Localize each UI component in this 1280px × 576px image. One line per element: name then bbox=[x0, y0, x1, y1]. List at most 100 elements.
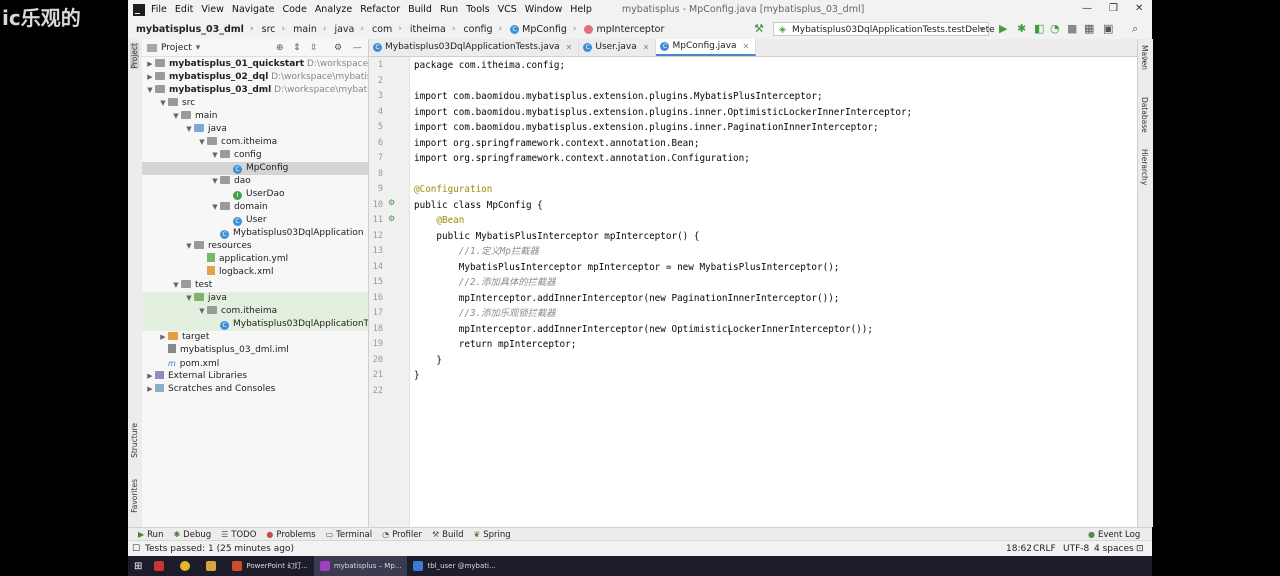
breadcrumb-src[interactable]: src › bbox=[262, 24, 285, 35]
chevron-down-icon[interactable]: ▼ bbox=[145, 84, 155, 97]
breadcrumb-com[interactable]: com › bbox=[372, 24, 402, 35]
debug-icon[interactable]: ✱ bbox=[1017, 22, 1026, 35]
chevron-down-icon[interactable]: ▼ bbox=[184, 123, 194, 136]
breadcrumb-mpconfig[interactable]: C MpConfig › bbox=[510, 24, 576, 35]
chevron-down-icon[interactable]: ▼ bbox=[210, 175, 220, 188]
bean-gutter-icon[interactable]: ⚙ bbox=[388, 214, 395, 223]
build-tool-button[interactable]: ⚒ Build bbox=[432, 530, 464, 540]
menu-run[interactable]: Run bbox=[440, 4, 458, 15]
menu-view[interactable]: View bbox=[201, 4, 224, 15]
hide-icon[interactable]: — bbox=[353, 43, 362, 53]
tree-item[interactable]: C User bbox=[142, 214, 368, 227]
tree-item[interactable]: ▶ Scratches and Consoles bbox=[142, 383, 368, 396]
chevron-right-icon[interactable]: ▶ bbox=[145, 383, 155, 396]
tree-item[interactable]: logback.xml bbox=[142, 266, 368, 279]
tree-item[interactable]: ▼ com.itheima bbox=[142, 136, 368, 149]
tree-item[interactable]: ▼ java bbox=[142, 292, 368, 305]
project-structure-icon[interactable]: ▦ bbox=[1084, 22, 1094, 35]
run-icon[interactable]: ▶ bbox=[999, 22, 1007, 35]
tree-item[interactable]: ▶ target bbox=[142, 331, 368, 344]
breadcrumb-itheima[interactable]: itheima › bbox=[410, 24, 456, 35]
problems-tool-button[interactable]: ● Problems bbox=[266, 530, 315, 540]
spring-tool-button[interactable]: ❦ Spring bbox=[474, 530, 511, 540]
tree-item[interactable]: ▶ External Libraries bbox=[142, 370, 368, 383]
tree-item[interactable]: m pom.xml bbox=[142, 357, 368, 370]
tree-item[interactable]: ▼ dao bbox=[142, 175, 368, 188]
taskbar-app[interactable] bbox=[174, 556, 200, 576]
tree-item[interactable]: ▼ config bbox=[142, 149, 368, 162]
chevron-right-icon[interactable]: ▶ bbox=[145, 370, 155, 383]
tree-item[interactable]: application.yml bbox=[142, 253, 368, 266]
tree-item[interactable]: ▼ src bbox=[142, 97, 368, 110]
taskbar-intellij[interactable]: mybatisplus – Mp... bbox=[313, 556, 408, 576]
gear-icon[interactable]: ⚙ bbox=[334, 43, 342, 53]
debug-tool-button[interactable]: ✱ Debug bbox=[173, 530, 211, 540]
tree-item[interactable]: ▶ mybatisplus_02_dql D:\workspace\mybatis… bbox=[142, 71, 368, 84]
project-tool-tab[interactable]: Project bbox=[130, 43, 139, 69]
locate-icon[interactable]: ⊕ bbox=[276, 43, 284, 53]
maven-tool-tab[interactable]: Maven bbox=[1140, 45, 1149, 70]
chevron-right-icon[interactable]: ▶ bbox=[158, 331, 168, 344]
collapse-all-icon[interactable]: ⇳ bbox=[310, 43, 318, 53]
restore-icon[interactable]: ❐ bbox=[1109, 3, 1118, 14]
todo-tool-button[interactable]: ☰ TODO bbox=[221, 530, 256, 540]
menu-file[interactable]: File bbox=[151, 4, 167, 15]
code-editor[interactable]: package com.itheima.config; import com.ba… bbox=[410, 57, 1137, 527]
taskbar-database[interactable]: tbl_user @mybati... bbox=[407, 556, 501, 576]
tree-item[interactable]: ▼ main bbox=[142, 110, 368, 123]
taskbar-app[interactable] bbox=[200, 556, 226, 576]
favorites-tool-tab[interactable]: Favorites bbox=[130, 479, 139, 513]
lock-icon[interactable]: ⊡ bbox=[1136, 541, 1144, 557]
tree-item[interactable]: I UserDao bbox=[142, 188, 368, 201]
menu-vcs[interactable]: VCS bbox=[498, 4, 517, 15]
caret-position[interactable]: 18:62 bbox=[1006, 541, 1032, 557]
menu-build[interactable]: Build bbox=[408, 4, 432, 15]
taskbar-powerpoint[interactable]: PowerPoint 幻灯... bbox=[226, 556, 313, 576]
status-message[interactable]: Tests passed: 1 (25 minutes ago) bbox=[145, 541, 294, 557]
hierarchy-tool-tab[interactable]: Hierarchy bbox=[1140, 149, 1149, 185]
breadcrumb-java[interactable]: java › bbox=[334, 24, 364, 35]
tab-user[interactable]: C User.java ✕ bbox=[579, 39, 657, 56]
menu-code[interactable]: Code bbox=[282, 4, 306, 15]
breadcrumb-main[interactable]: main › bbox=[293, 24, 326, 35]
chevron-down-icon[interactable]: ▼ bbox=[210, 201, 220, 214]
chevron-down-icon[interactable]: ▼ bbox=[184, 292, 194, 305]
tab-mpconfig[interactable]: C MpConfig.java ✕ bbox=[656, 38, 757, 56]
terminal-tool-button[interactable]: ▭ Terminal bbox=[326, 530, 372, 540]
tree-item[interactable]: C Mybatisplus03DqlApplicationTests bbox=[142, 318, 368, 331]
event-log-button[interactable]: ● Event Log bbox=[1088, 530, 1140, 540]
chevron-right-icon[interactable]: ▶ bbox=[145, 71, 155, 84]
chevron-down-icon[interactable]: ▼ bbox=[171, 279, 181, 292]
chevron-right-icon[interactable]: ▶ bbox=[145, 58, 155, 71]
spring-config-gutter-icon[interactable]: ⚙ bbox=[388, 198, 395, 207]
close-icon[interactable]: ✕ bbox=[566, 39, 573, 56]
chevron-down-icon[interactable]: ▼ bbox=[210, 149, 220, 162]
minimize-icon[interactable]: — bbox=[1082, 3, 1092, 14]
menu-navigate[interactable]: Navigate bbox=[232, 4, 275, 15]
file-encoding[interactable]: UTF-8 bbox=[1063, 541, 1089, 557]
chevron-down-icon[interactable]: ▼ bbox=[197, 136, 207, 149]
tree-item[interactable]: ▼ com.itheima bbox=[142, 305, 368, 318]
layout-icon[interactable]: ▣ bbox=[1103, 22, 1113, 35]
breadcrumb-project[interactable]: mybatisplus_03_dml › bbox=[136, 24, 254, 35]
structure-tool-tab[interactable]: Structure bbox=[130, 423, 139, 458]
taskbar-app[interactable] bbox=[148, 556, 174, 576]
close-icon[interactable]: ✕ bbox=[643, 39, 650, 56]
chevron-down-icon[interactable]: ▼ bbox=[158, 97, 168, 110]
tree-item[interactable]: C Mybatisplus03DqlApplication bbox=[142, 227, 368, 240]
chevron-down-icon[interactable]: ▼ bbox=[184, 240, 194, 253]
menu-tools[interactable]: Tools bbox=[466, 4, 489, 15]
search-icon[interactable]: ⌕ bbox=[1132, 22, 1138, 36]
menu-refactor[interactable]: Refactor bbox=[360, 4, 400, 15]
profiler-tool-button[interactable]: ◔ Profiler bbox=[382, 530, 422, 540]
chevron-down-icon[interactable]: ▼ bbox=[171, 110, 181, 123]
coverage-icon[interactable]: ◧ bbox=[1034, 22, 1044, 35]
tree-item[interactable]: ▼ java bbox=[142, 123, 368, 136]
tree-item[interactable]: ▼ domain bbox=[142, 201, 368, 214]
project-panel-title[interactable]: Project bbox=[161, 43, 192, 53]
menu-analyze[interactable]: Analyze bbox=[315, 4, 352, 15]
run-tool-button[interactable]: ▶ Run bbox=[138, 530, 163, 540]
hammer-icon[interactable]: ⚒ bbox=[754, 22, 764, 35]
breadcrumb-method[interactable]: mpInterceptor bbox=[584, 24, 664, 35]
close-icon[interactable]: ✕ bbox=[743, 38, 750, 55]
